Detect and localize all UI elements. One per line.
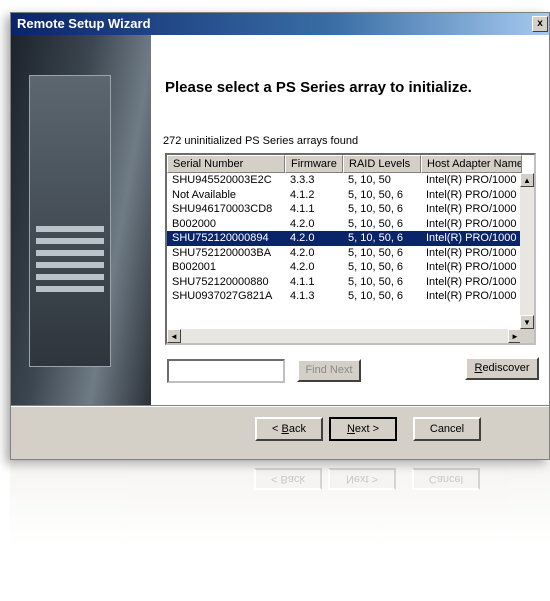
arrow-down-icon[interactable]: ▼ xyxy=(520,315,534,329)
array-list[interactable]: Serial Number Firmware RAID Levels Host … xyxy=(165,153,536,345)
column-header-host-adapter-name[interactable]: Host Adapter Name xyxy=(421,155,522,173)
host-adapter-cell: Intel(R) PRO/1000 PT xyxy=(426,203,522,215)
serial-number-cell: SHU7521200003BA xyxy=(172,246,272,259)
wizard-content: Please select a PS Series array to initi… xyxy=(151,35,549,405)
title-bar: Remote Setup Wizard x xyxy=(11,13,549,35)
table-row[interactable]: SHU7521200003BA 4.2.0 5, 10, 50, 6 Intel(R)… xyxy=(167,246,522,261)
serial-number-cell: SHU946170003CD8 xyxy=(172,203,273,215)
page-heading: Please select a PS Series array to initi… xyxy=(165,79,472,96)
storage-array-banner-image xyxy=(11,35,151,405)
host-adapter-cell: Intel(R) PRO/1000 PT xyxy=(426,232,522,244)
serial-number-cell: B002001 xyxy=(172,261,217,273)
column-header-firmware[interactable]: Firmware xyxy=(285,155,343,173)
window-title: Remote Setup Wizard xyxy=(17,16,151,31)
host-adapter-cell: Intel(R) PRO/1000 PT xyxy=(426,261,522,273)
arrays-found-label: 272 uninitialized PS Series arrays found xyxy=(163,135,359,147)
firmware-cell: 4.1.2 xyxy=(290,188,315,201)
arrow-left-icon[interactable]: ◄ xyxy=(167,329,181,343)
vertical-scrollbar[interactable]: ▲ ▼ xyxy=(520,173,534,329)
raid-levels-cell: 5, 10, 50, 6 xyxy=(348,261,404,273)
column-header-raid-levels[interactable]: RAID Levels xyxy=(343,155,421,173)
raid-levels-cell: 5, 10, 50 xyxy=(348,174,391,186)
find-next-button[interactable]: Find Next xyxy=(297,359,361,382)
firmware-cell: 4.2.0 xyxy=(290,232,315,244)
firmware-cell: 4.2.0 xyxy=(290,246,315,259)
next-label-rest: ext xyxy=(354,423,370,435)
table-row[interactable]: SHU752120000880 4.1.1 5, 10, 50, 6 Intel(R)… xyxy=(167,275,522,290)
rack-image xyxy=(29,75,111,367)
list-header: Serial Number Firmware RAID Levels Host … xyxy=(167,155,522,173)
serial-number-cell: SHU0937027G821A xyxy=(172,290,273,302)
serial-number-cell: SHU752120000880 xyxy=(172,275,269,288)
wizard-window: Remote Setup Wizard x Please select a PS… xyxy=(10,12,550,460)
close-icon[interactable]: x xyxy=(532,16,548,32)
horizontal-scrollbar[interactable]: ◄ ► xyxy=(167,329,522,343)
table-row[interactable]: B002001 4.2.0 5, 10, 50, 6 Intel(R) PRO/100… xyxy=(167,260,522,275)
host-adapter-cell: Intel(R) PRO/1000 PT xyxy=(426,174,522,186)
firmware-cell: 4.2.0 xyxy=(290,217,315,230)
table-row[interactable]: Not Available 4.1.2 5, 10, 50, 6 Intel(R) P… xyxy=(167,188,522,203)
host-adapter-cell: Intel(R) PRO/1000 PT xyxy=(426,290,522,302)
find-input[interactable] xyxy=(167,359,285,383)
raid-levels-cell: 5, 10, 50, 6 xyxy=(348,232,404,244)
reflection-cancel-button: Cancel xyxy=(412,468,480,490)
serial-number-cell: SHU945520003E2C xyxy=(172,174,272,186)
serial-number-cell: Not Available xyxy=(172,188,237,201)
raid-levels-cell: 5, 10, 50, 6 xyxy=(348,203,404,215)
rediscover-button[interactable]: Rediscover xyxy=(465,357,539,380)
reflection-next-button: Next > xyxy=(328,468,396,490)
arrow-up-icon[interactable]: ▲ xyxy=(520,173,534,187)
firmware-cell: 3.3.3 xyxy=(290,174,315,186)
next-button[interactable]: Next > xyxy=(329,417,397,441)
column-header-serial-number[interactable]: Serial Number xyxy=(167,155,285,173)
raid-levels-cell: 5, 10, 50, 6 xyxy=(348,246,404,259)
firmware-cell: 4.1.3 xyxy=(290,290,315,302)
firmware-cell: 4.1.1 xyxy=(290,275,315,288)
list-rows: SHU945520003E2C 3.3.3 5, 10, 50 Intel(R) PR… xyxy=(167,173,522,304)
serial-number-cell: B002000 xyxy=(172,217,217,230)
table-row[interactable]: SHU945520003E2C 3.3.3 5, 10, 50 Intel(R) PR… xyxy=(167,173,522,188)
reflection-back-button: < Back xyxy=(254,468,322,490)
table-row[interactable]: SHU0937027G821A 4.1.3 5, 10, 50, 6 Intel(R)… xyxy=(167,289,522,304)
back-label-rest: ack xyxy=(288,423,306,435)
window-reflection: < Back Next > Cancel xyxy=(10,462,550,601)
raid-levels-cell: 5, 10, 50, 6 xyxy=(348,275,404,288)
cancel-button[interactable]: Cancel xyxy=(413,417,481,441)
serial-number-cell: SHU752120000894 xyxy=(172,232,269,244)
host-adapter-cell: Intel(R) PRO/1000 PT xyxy=(426,275,522,288)
raid-levels-cell: 5, 10, 50, 6 xyxy=(348,217,404,230)
firmware-cell: 4.2.0 xyxy=(290,261,315,273)
table-row[interactable]: B002000 4.2.0 5, 10, 50, 6 Intel(R) PRO/100… xyxy=(167,217,522,232)
raid-levels-cell: 5, 10, 50, 6 xyxy=(348,188,404,201)
raid-levels-cell: 5, 10, 50, 6 xyxy=(348,290,404,302)
table-row[interactable]: SHU752120000894 4.2.0 5, 10, 50, 6 Intel(R)… xyxy=(167,231,522,246)
scrollbar-corner xyxy=(520,329,534,343)
table-row[interactable]: SHU946170003CD8 4.1.1 5, 10, 50, 6 Intel(R)… xyxy=(167,202,522,217)
host-adapter-cell: Intel(R) PRO/1000 PT xyxy=(426,217,522,230)
host-adapter-cell: Intel(R) PRO/1000 PT xyxy=(426,188,522,201)
back-button[interactable]: < Back xyxy=(255,417,323,441)
host-adapter-cell: Intel(R) PRO/1000 PT xyxy=(426,246,522,259)
firmware-cell: 4.1.1 xyxy=(290,203,315,215)
button-separator xyxy=(11,405,549,407)
